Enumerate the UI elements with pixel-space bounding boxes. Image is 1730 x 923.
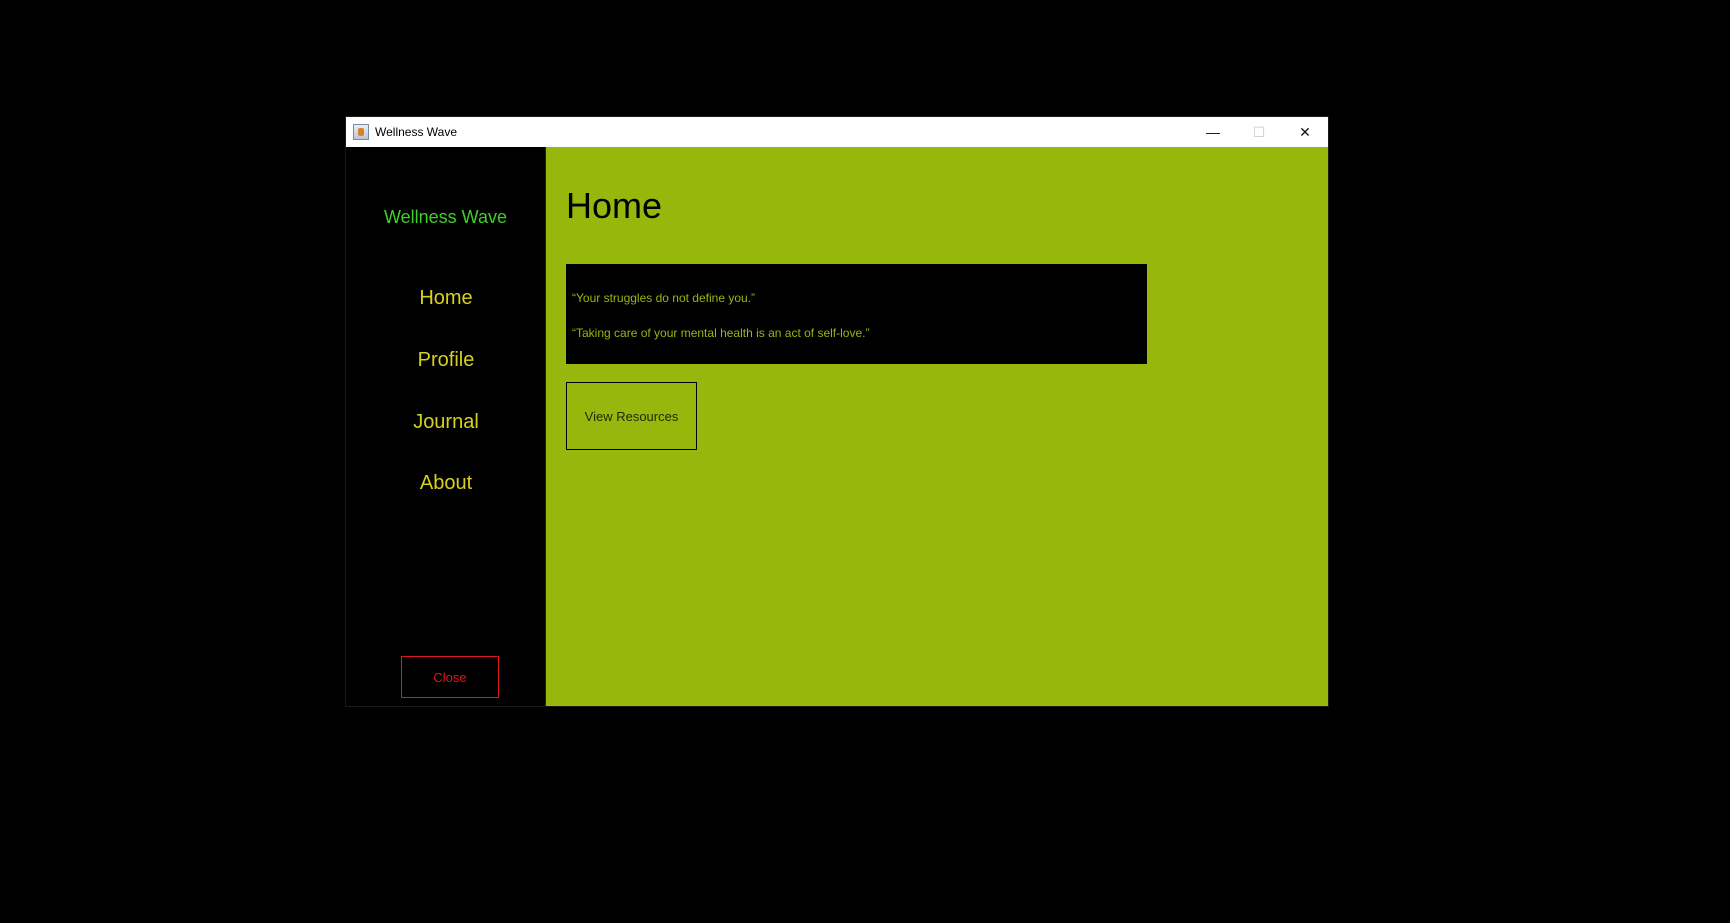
quotes-box: “Your struggles do not define you.” “Tak… [566,264,1147,364]
maximize-button[interactable]: ☐ [1236,117,1282,147]
sidebar-item-home[interactable]: Home [346,287,546,310]
java-app-icon [353,124,369,140]
sidebar-item-journal[interactable]: Journal [346,411,546,434]
quote-text: “Taking care of your mental health is an… [572,326,870,340]
title-bar[interactable]: Wellness Wave — ☐ ✕ [346,117,1328,147]
view-resources-button[interactable]: View Resources [566,382,697,450]
window-title: Wellness Wave [375,125,458,139]
app-window: Wellness Wave — ☐ ✕ Wellness Wave Home P… [345,116,1329,707]
close-window-button[interactable]: ✕ [1282,117,1328,147]
sidebar-item-about[interactable]: About [346,472,546,495]
minimize-button[interactable]: — [1190,117,1236,147]
page-title: Home [566,185,663,226]
close-button[interactable]: Close [401,656,499,698]
sidebar-item-profile[interactable]: Profile [346,349,546,372]
sidebar: Wellness Wave Home Profile Journal About… [346,147,546,706]
window-controls: — ☐ ✕ [1190,117,1328,147]
quote-text: “Your struggles do not define you.” [572,291,756,305]
brand-label: Wellness Wave [383,207,508,227]
main-panel: Home “Your struggles do not define you.”… [546,147,1328,706]
